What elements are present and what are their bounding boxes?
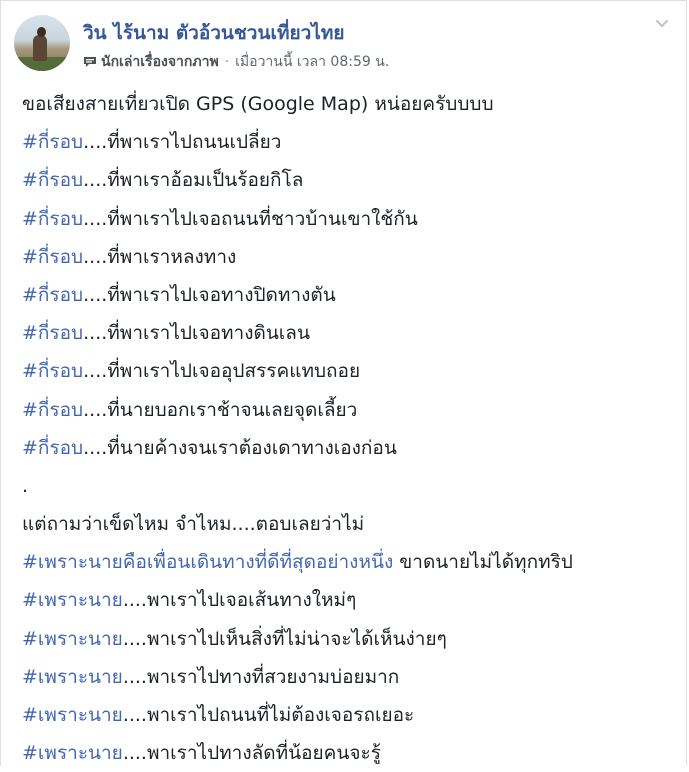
post-line: #กี่รอบ....ที่พาเราไปเจอทางดินเลน	[22, 314, 676, 352]
line-text: ....ที่นายบอกเราช้าจนเลยจุดเลี้ยว	[83, 398, 358, 421]
post-line: #กี่รอบ....ที่พาเราไปเจอถนนที่ชาวบ้านเขา…	[22, 200, 676, 238]
line-text: ขาดนายไม่ได้ทุกทริป	[393, 551, 573, 574]
hashtag-link[interactable]: #เพราะนาย	[22, 628, 123, 650]
post-line: #เพราะนาย....พาเราไปเห็นสิ่งที่ไม่น่าจะไ…	[22, 620, 676, 658]
line-text: ขอเสียงสายเที่ยวเปิด GPS (Google Map) หน…	[22, 93, 494, 115]
line-text: ....พาเราไปถนนที่ไม่ต้องเจอรถเยอะ	[122, 704, 415, 726]
hashtag-link[interactable]: #กี่รอบ	[22, 322, 83, 344]
post-line: #เพราะนาย....พาเราไปทางลัดที่น้อยคนจะรู้	[22, 734, 676, 772]
line-text: ....ที่พาเราไปเจอถนนที่ชาวบ้านเขาใช้กัน	[83, 207, 418, 230]
hashtag-link[interactable]: #เพราะนาย	[22, 704, 123, 726]
post-line: #กี่รอบ....ที่พาเราไปถนนเปลี่ยว	[22, 123, 676, 161]
line-text: .	[22, 474, 29, 497]
avatar-head	[37, 27, 46, 37]
line-text: ....ที่พาเราหลงทาง	[83, 245, 237, 268]
hashtag-link[interactable]: #กี่รอบ	[22, 284, 83, 306]
post-line: แต่ถามว่าเข็ดไหม จำไหม....ตอบเลยว่าไม่	[22, 505, 676, 543]
post-line: #เพราะนาย....พาเราไปทางที่สวยงามบ่อยมาก	[22, 658, 676, 696]
post-line: #กี่รอบ....ที่นายค้างจนเราต้องเดาทางเองก…	[22, 429, 676, 467]
line-text: ....ที่นายค้างจนเราต้องเดาทางเองก่อน	[83, 436, 397, 459]
speech-bubble-icon	[84, 57, 96, 67]
line-text: ....พาเราไปทางที่สวยงามบ่อยมาก	[122, 665, 400, 688]
line-text: ....ที่พาเราไปเจอทางดินเลน	[83, 322, 310, 345]
line-text: ....ที่พาเราไปเจออุปสรรคแทบถอย	[83, 360, 361, 383]
hashtag-link[interactable]: #เพราะนาย	[22, 589, 123, 611]
post-meta: นักเล่าเรื่องจากภาพ · เมื่อวานนี้ เวลา 0…	[83, 51, 389, 73]
hashtag-link[interactable]: #กี่รอบ	[22, 131, 83, 153]
post-line: #กี่รอบ....ที่พาเราหลงทาง	[22, 238, 676, 276]
hashtag-link[interactable]: #กี่รอบ	[22, 208, 83, 230]
post-line: #กี่รอบ....ที่พาเราไปเจออุปสรรคแทบถอย	[22, 352, 676, 390]
post-timestamp[interactable]: เมื่อวานนี้ เวลา 08:59 น.	[235, 51, 389, 73]
post-line: #เพราะนาย....พาเราไปถนนที่ไม่ต้องเจอรถเย…	[22, 696, 676, 734]
line-text: ....ที่พาเราไปเจอทางปิดทางตัน	[83, 283, 336, 306]
line-text: ....พาเราไปเห็นสิ่งที่ไม่น่าจะได้เห็นง่า…	[122, 627, 447, 650]
line-text: ....พาเราไปทางลัดที่น้อยคนจะรู้	[122, 742, 381, 765]
hashtag-link[interactable]: #เพราะนาย	[22, 742, 123, 764]
post-line: #กี่รอบ....ที่พาเราอ้อมเป็นร้อยกิโล	[22, 161, 676, 199]
post-card: วิน ไร้นาม ตัวอ้วนชวนเที่ยวไทย นักเล่าเร…	[0, 0, 687, 766]
line-text: แต่ถามว่าเข็ดไหม จำไหม....ตอบเลยว่าไม่	[22, 513, 365, 536]
line-text: ....พาเราไปเจอเส้นทางใหม่ๆ	[122, 589, 357, 612]
post-line: #กี่รอบ....ที่พาเราไปเจอทางปิดทางตัน	[22, 276, 676, 314]
post-body: ขอเสียงสายเที่ยวเปิด GPS (Google Map) หน…	[22, 85, 676, 772]
hashtag-link[interactable]: #กี่รอบ	[22, 437, 83, 459]
meta-separator: ·	[224, 54, 230, 70]
hashtag-link[interactable]: #เพราะนายคือเพื่อนเดินทางที่ดีที่สุดอย่า…	[22, 551, 393, 573]
line-text: ....ที่พาเราอ้อมเป็นร้อยกิโล	[83, 169, 304, 192]
badge-label[interactable]: นักเล่าเรื่องจากภาพ	[101, 51, 219, 73]
post-line: #เพราะนายคือเพื่อนเดินทางที่ดีที่สุดอย่า…	[22, 543, 676, 581]
hashtag-link[interactable]: #กี่รอบ	[22, 169, 83, 191]
author-name[interactable]: วิน ไร้นาม ตัวอ้วนชวนเที่ยวไทย	[83, 18, 345, 48]
avatar[interactable]	[14, 15, 70, 71]
post-line: #เพราะนาย....พาเราไปเจอเส้นทางใหม่ๆ	[22, 581, 676, 619]
post-line: #กี่รอบ....ที่นายบอกเราช้าจนเลยจุดเลี้ยว	[22, 391, 676, 429]
post-line: ขอเสียงสายเที่ยวเปิด GPS (Google Map) หน…	[22, 85, 676, 123]
post-line: .	[22, 467, 676, 505]
hashtag-link[interactable]: #กี่รอบ	[22, 246, 83, 268]
line-text: ....ที่พาเราไปถนนเปลี่ยว	[83, 131, 282, 154]
hashtag-link[interactable]: #กี่รอบ	[22, 399, 83, 421]
hashtag-link[interactable]: #เพราะนาย	[22, 666, 123, 688]
chevron-down-icon[interactable]	[652, 13, 672, 33]
avatar-figure	[33, 35, 47, 61]
hashtag-link[interactable]: #กี่รอบ	[22, 360, 83, 382]
